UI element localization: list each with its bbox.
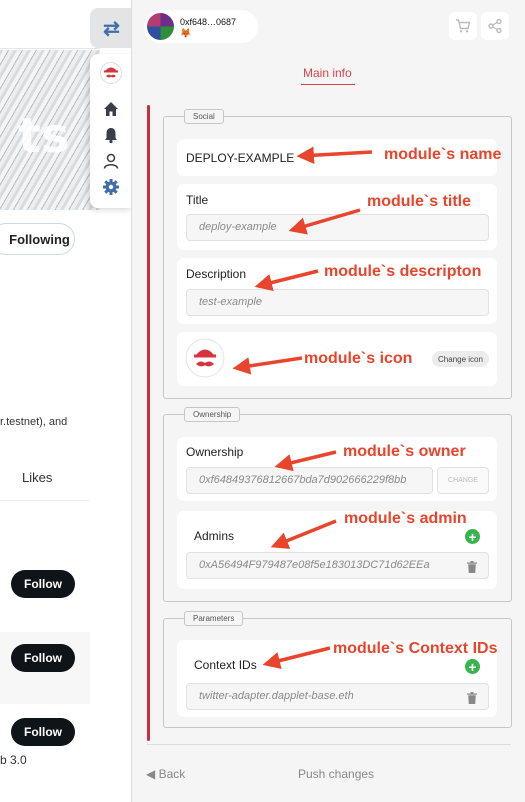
metamask-fox-icon: 🦊 bbox=[180, 28, 192, 38]
account-address: 0xf648…0687 bbox=[180, 17, 237, 27]
follow-button[interactable]: Follow bbox=[11, 644, 75, 672]
annotation-description: module`s descripton bbox=[324, 263, 482, 280]
section-legend: Ownership bbox=[184, 407, 241, 422]
title-label: Title bbox=[186, 193, 209, 207]
share-icon[interactable] bbox=[481, 12, 509, 40]
annotation-owner: module`s owner bbox=[343, 443, 466, 460]
section-legend: Social bbox=[184, 109, 224, 124]
follow-button[interactable]: Follow bbox=[11, 570, 75, 598]
section-legend: Parameters bbox=[184, 611, 244, 626]
bell-icon[interactable] bbox=[100, 124, 122, 146]
user-icon[interactable] bbox=[100, 150, 122, 172]
back-button[interactable]: ◀ Back bbox=[146, 767, 185, 781]
active-tab-underline bbox=[301, 84, 355, 85]
context-ids-label: Context IDs bbox=[194, 658, 257, 672]
change-owner-button[interactable]: CHANGE bbox=[437, 467, 489, 494]
account-chip[interactable]: 0xf648…0687 🦊 bbox=[144, 10, 258, 43]
annotation-context: module`s Context IDs bbox=[333, 640, 498, 657]
extension-menu bbox=[90, 54, 133, 208]
tab-main-info[interactable]: Main info bbox=[303, 66, 352, 80]
dapplets-logo-icon[interactable] bbox=[100, 62, 122, 84]
annotation-icon: module`s icon bbox=[304, 350, 413, 367]
follow-button[interactable]: Follow bbox=[11, 718, 75, 746]
profile-description: r.testnet), and bbox=[0, 416, 68, 428]
screen: ts Following r.testnet), and Likes Follo… bbox=[0, 0, 525, 802]
change-icon-button[interactable]: Change icon bbox=[432, 351, 489, 367]
profile-banner: ts bbox=[0, 50, 100, 210]
following-button[interactable]: Following bbox=[0, 223, 75, 255]
annotation-name: module`s name bbox=[384, 146, 502, 163]
back-arrow-icon: ◀ bbox=[146, 767, 156, 781]
gear-icon[interactable] bbox=[100, 176, 122, 198]
owner-input[interactable]: 0xf64849376812667bda7d902666229f8bb bbox=[186, 467, 433, 494]
annotation-admin: module`s admin bbox=[344, 510, 467, 527]
admins-label: Admins bbox=[194, 529, 235, 543]
description-label: Description bbox=[186, 267, 247, 281]
admin-input[interactable]: 0xA56494F979487e08f5e183013DC71d62EEa bbox=[186, 552, 489, 579]
avatar bbox=[147, 13, 174, 40]
extension-tabbar: ⇄ bbox=[90, 8, 135, 208]
push-changes-button[interactable]: Push changes bbox=[298, 767, 374, 781]
module-name: DEPLOY-EXAMPLE bbox=[186, 151, 295, 165]
divider bbox=[0, 48, 100, 49]
description-input[interactable]: test-example bbox=[186, 289, 489, 316]
likes-tab[interactable]: Likes bbox=[22, 470, 52, 485]
annotation-title: module`s title bbox=[367, 193, 472, 210]
divider bbox=[0, 500, 90, 501]
divider bbox=[147, 744, 511, 745]
add-admin-button[interactable]: + bbox=[465, 529, 480, 544]
back-label: Back bbox=[158, 767, 186, 781]
module-icon bbox=[185, 338, 225, 378]
cart-icon[interactable] bbox=[449, 12, 477, 40]
bio-text: b 3.0 bbox=[0, 753, 27, 767]
dapplets-panel: 0xf648…0687 🦊 Main info Social DEPLOY-EX… bbox=[131, 0, 525, 802]
add-context-button[interactable]: + bbox=[465, 659, 480, 674]
context-id-input[interactable]: twitter-adapter.dapplet-base.eth bbox=[186, 683, 489, 710]
switch-icon[interactable]: ⇄ bbox=[90, 8, 133, 48]
ownership-label: Ownership bbox=[186, 445, 244, 459]
home-icon[interactable] bbox=[100, 98, 122, 120]
trash-icon[interactable] bbox=[467, 691, 477, 704]
banner-text: ts bbox=[18, 108, 70, 164]
scrollbar[interactable] bbox=[147, 105, 150, 741]
trash-icon[interactable] bbox=[467, 560, 477, 573]
title-input[interactable]: deploy-example bbox=[186, 214, 489, 241]
